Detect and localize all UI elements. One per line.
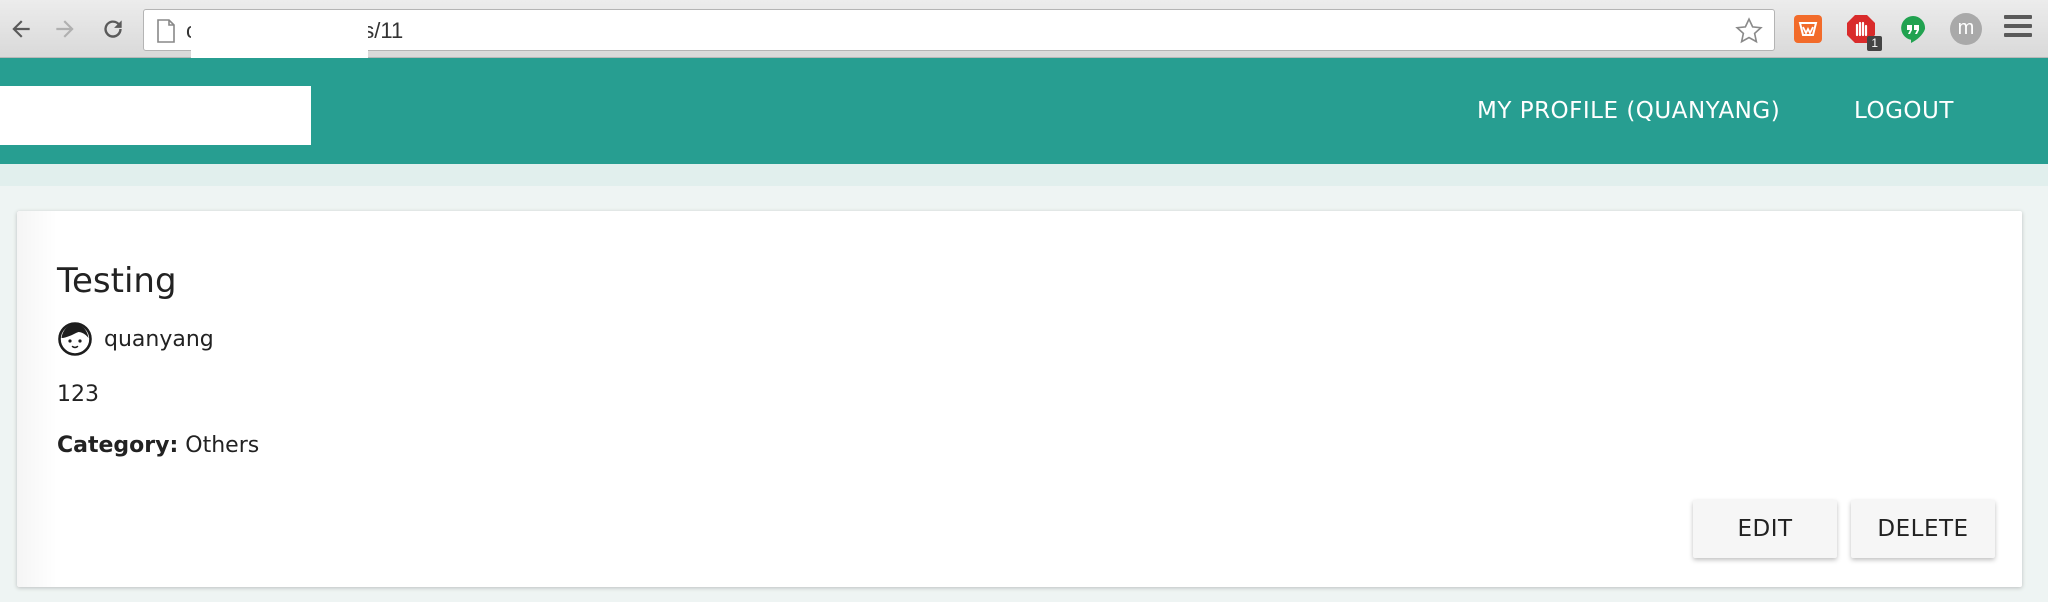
- adblock-extension[interactable]: 1: [1843, 11, 1882, 51]
- back-button[interactable]: [4, 12, 38, 46]
- forward-arrow-icon: [56, 20, 74, 38]
- browser-menu-icon[interactable]: [2004, 15, 2032, 41]
- listing-owner: quanyang: [57, 319, 214, 359]
- extension-badge: 1: [1867, 36, 1882, 51]
- page-icon: [157, 19, 175, 43]
- reload-button[interactable]: [96, 12, 130, 46]
- listing-card: Testing quanyang 123 Category: Others ED…: [17, 211, 2022, 587]
- my-profile-link[interactable]: MY PROFILE (QUANYANG): [1477, 98, 1780, 124]
- owner-username: quanyang: [104, 326, 214, 352]
- orange-shield-icon: [1794, 15, 1822, 43]
- logout-link[interactable]: LOGOUT: [1854, 98, 1954, 124]
- address-bar[interactable]: c /listings/11: [143, 9, 1775, 64]
- card-edge-shade: [17, 211, 57, 587]
- listing-title: Testing: [57, 261, 177, 301]
- url-redaction: [191, 10, 368, 64]
- browser-toolbar: c /listings/11 1 m: [0, 0, 2048, 64]
- header-sub-strip: [0, 164, 2048, 186]
- listing-description: 123: [57, 382, 99, 407]
- category-value: Others: [185, 433, 260, 458]
- forward-button[interactable]: [48, 12, 82, 46]
- listing-category: Category: Others: [57, 433, 259, 458]
- profile-avatar[interactable]: m: [1950, 13, 1982, 45]
- back-arrow-icon: [12, 20, 30, 38]
- hangouts-extension[interactable]: [1895, 11, 1931, 47]
- hangouts-quote-icon: [1901, 15, 1926, 43]
- brave-extension[interactable]: [1790, 11, 1826, 47]
- reload-icon: [104, 20, 122, 38]
- user-face-icon: [58, 322, 92, 356]
- delete-button[interactable]: DELETE: [1851, 500, 1995, 558]
- logo-redaction: [0, 86, 311, 145]
- bookmark-star-icon[interactable]: [1734, 16, 1764, 46]
- app-header: MY PROFILE (QUANYANG) LOGOUT: [0, 58, 2048, 164]
- edit-button[interactable]: EDIT: [1693, 500, 1837, 558]
- category-label: Category:: [57, 433, 179, 458]
